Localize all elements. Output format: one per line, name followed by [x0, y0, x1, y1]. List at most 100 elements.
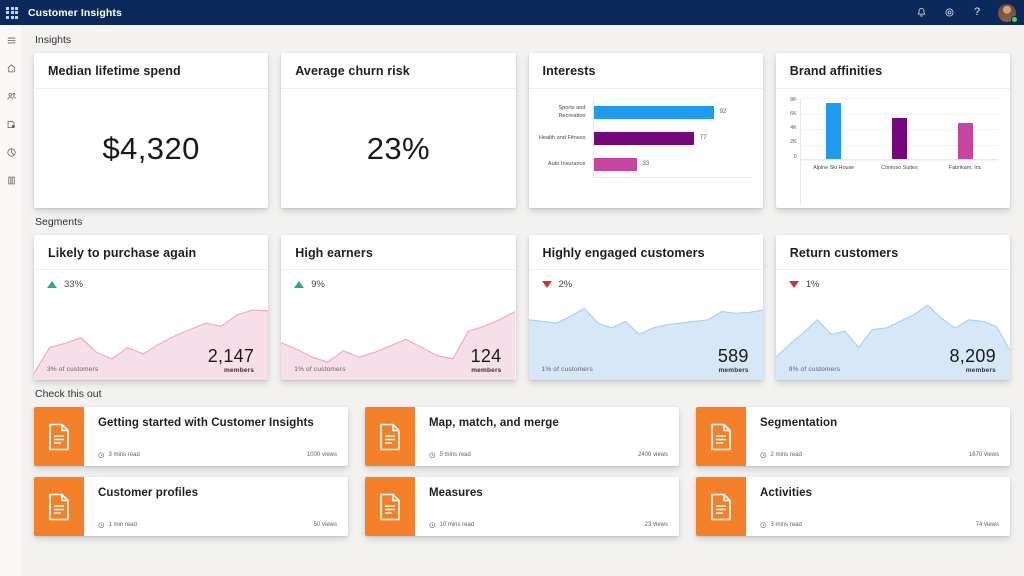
interests-bar [594, 132, 694, 145]
brand-y-tick: 6K [790, 112, 797, 117]
article-card[interactable]: Map, match, and merge5 mins read2400 vie… [365, 407, 679, 466]
segment-count: 124members [471, 347, 502, 374]
brand-y-axis: 8K6K4K2K0 [784, 98, 800, 160]
segment-title: Likely to purchase again [34, 235, 268, 270]
segment-count-value: 2,147 [208, 347, 255, 365]
sidebar-item-home[interactable] [3, 60, 19, 76]
articles-grid: Getting started with Customer Insights3 … [34, 407, 1010, 536]
article-views: 1000 views [307, 452, 337, 458]
article-card[interactable]: Activities3 mins read74 views [696, 477, 1010, 536]
article-meta: 1 min read50 views [98, 522, 337, 537]
interests-bar-row: Health and Fitness77 [535, 125, 751, 151]
article-read-time-text: 1 min read [109, 522, 137, 528]
article-read-time-text: 3 mins read [771, 522, 802, 528]
dashboard-canvas: Insights Median lifetime spend $4,320 Av… [22, 25, 1024, 576]
trend-down-icon [542, 281, 552, 288]
user-avatar[interactable] [998, 4, 1016, 22]
segment-count-value: 124 [471, 347, 502, 365]
app-shell: Insights Median lifetime spend $4,320 Av… [0, 25, 1024, 576]
settings-gear-icon[interactable] [942, 6, 956, 20]
article-views: 1670 views [969, 452, 999, 458]
article-read-time: 2 mins read [760, 452, 802, 459]
article-read-time-text: 3 mins read [109, 452, 140, 458]
brand-x-label: Alpine Ski House [811, 164, 857, 172]
brand-y-tick: 2K [790, 140, 797, 145]
brand-bar [958, 123, 973, 159]
interests-bar-value: 33 [643, 161, 650, 167]
article-read-time: 3 mins read [98, 452, 140, 459]
article-card[interactable]: Getting started with Customer Insights3 … [34, 407, 348, 466]
clock-icon [429, 522, 436, 529]
segment-customers-share: 9% of customers [789, 366, 840, 373]
segment-title: High earners [281, 235, 515, 270]
article-read-time: 1 min read [98, 522, 137, 529]
kpi-title: Average churn risk [281, 53, 515, 89]
article-views: 2400 views [638, 452, 668, 458]
article-document-icon [365, 407, 415, 466]
segment-body: 9%1% of customers124members [281, 270, 515, 380]
segment-count-value: 8,209 [949, 347, 996, 365]
article-read-time-text: 5 mins read [440, 452, 471, 458]
sidebar-item-segments[interactable] [3, 144, 19, 160]
article-read-time: 10 mins read [429, 522, 474, 529]
segment-delta-value: 2% [559, 279, 573, 290]
article-document-icon [696, 477, 746, 536]
chart-title: Brand affinities [776, 53, 1010, 89]
segment-body: 2%1% of customers589members [529, 270, 763, 380]
insights-row: Median lifetime spend $4,320 Average chu… [34, 53, 1010, 208]
interests-bar-label: Auto Insurance [535, 160, 593, 168]
left-nav-rail [0, 25, 22, 576]
segment-customers-share: 1% of customers [542, 366, 593, 373]
notifications-bell-icon[interactable] [914, 6, 928, 20]
app-title: Customer Insights [28, 7, 122, 19]
segment-count: 8,209members [949, 347, 996, 374]
interests-bar-value: 92 [720, 109, 727, 115]
segment-customers-share: 3% of customers [47, 366, 98, 373]
article-card[interactable]: Measures10 mins read23 views [365, 477, 679, 536]
interests-x-axis [593, 177, 751, 178]
sidebar-item-data-sources[interactable] [3, 116, 19, 132]
brand-y-tick: 8K [790, 98, 797, 103]
article-meta: 10 mins read 23 views [429, 522, 668, 537]
trend-up-icon [294, 281, 304, 288]
article-views: 23 views [645, 522, 668, 528]
segment-card[interactable]: High earners9%1% of customers124members [281, 235, 515, 380]
segment-count-label: members [208, 367, 255, 374]
segment-card[interactable]: Likely to purchase again 33% 3% of custome… [34, 235, 268, 380]
segment-delta-value: 9% [311, 279, 325, 290]
header-actions: ? [914, 4, 1016, 22]
chart-card-brand-affinities[interactable]: Brand affinities 8K6K4K2K0 Alpine Ski Ho… [776, 53, 1010, 208]
article-read-time-text: 2 mins read [771, 452, 802, 458]
interests-bar-chart: Sports and Recreation92Health and Fitnes… [529, 89, 763, 208]
sidebar-item-measures[interactable] [3, 172, 19, 188]
article-document-icon [696, 407, 746, 466]
segment-delta: 1% [789, 279, 820, 290]
help-question-icon[interactable]: ? [970, 6, 984, 20]
hamburger-menu-icon[interactable] [3, 32, 19, 48]
article-meta: 3 mins read74 views [760, 522, 999, 537]
interests-bar-label: Health and Fitness [535, 134, 593, 142]
trend-up-icon [47, 281, 57, 288]
clock-icon [760, 522, 767, 529]
brand-bars [801, 98, 998, 160]
segment-delta: 2% [542, 279, 573, 290]
chart-card-interests[interactable]: Interests Sports and Recreation92Health … [529, 53, 763, 208]
article-read-time: 3 mins read [760, 522, 802, 529]
segment-delta-value: 1% [806, 279, 820, 290]
kpi-card-average-churn-risk[interactable]: Average churn risk 23% [281, 53, 515, 208]
segment-card[interactable]: Highly engaged customers2%1% of customer… [529, 235, 763, 380]
app-header: Customer Insights ? [0, 0, 1024, 25]
kpi-card-median-lifetime-spend[interactable]: Median lifetime spend $4,320 [34, 53, 268, 208]
segment-delta-value: 33% [64, 279, 83, 290]
article-document-icon [34, 407, 84, 466]
segment-card[interactable]: Return customers1%9% of customers8,209me… [776, 235, 1010, 380]
article-card[interactable]: Segmentation2 mins read1670 views [696, 407, 1010, 466]
section-title-check-this-out: Check this out [35, 388, 1010, 400]
brand-x-labels: Alpine Ski HouseContoso SuitesFabrikam, … [801, 160, 998, 172]
article-document-icon [365, 477, 415, 536]
article-meta: 5 mins read 2400 views [429, 452, 668, 467]
articles-row: Customer profiles1 min read50 viewsMeasu… [34, 477, 1010, 536]
app-launcher-icon[interactable] [6, 7, 18, 19]
sidebar-item-audience-insights[interactable] [3, 88, 19, 104]
article-card[interactable]: Customer profiles1 min read50 views [34, 477, 348, 536]
